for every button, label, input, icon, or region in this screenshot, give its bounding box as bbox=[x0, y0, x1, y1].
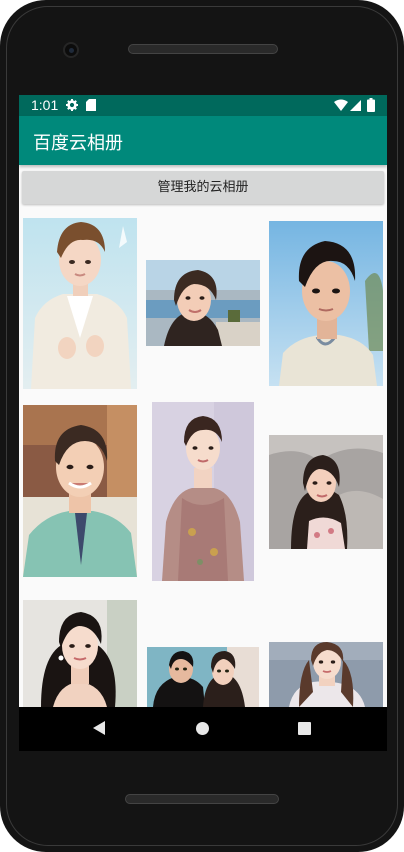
status-bar: 1:01 bbox=[19, 95, 387, 116]
sd-card-icon bbox=[86, 99, 96, 115]
photo-woman-floral-dress[interactable] bbox=[152, 402, 254, 581]
photo-young-man-white-suit[interactable] bbox=[23, 218, 137, 389]
back-icon[interactable] bbox=[93, 721, 105, 735]
photo-couple-selfie[interactable] bbox=[147, 647, 259, 707]
status-time: 1:01 bbox=[31, 97, 59, 113]
manage-album-button[interactable]: 管理我的云相册 bbox=[22, 171, 384, 204]
app-title: 百度云相册 bbox=[33, 133, 123, 154]
home-icon[interactable] bbox=[196, 722, 209, 735]
earpiece-speaker bbox=[128, 44, 278, 54]
photo-woman-rock-background[interactable] bbox=[269, 435, 383, 549]
photo-man-green-shirt[interactable] bbox=[23, 405, 137, 577]
front-camera bbox=[63, 42, 79, 58]
app-bar: 百度云相册 bbox=[19, 116, 387, 165]
wifi-icon bbox=[334, 99, 348, 115]
photo-woman-black-dress[interactable] bbox=[23, 600, 137, 707]
photo-woman-beach-selfie[interactable] bbox=[146, 260, 260, 346]
photo-man-blue-sky[interactable] bbox=[269, 221, 383, 386]
photo-woman-white-dress[interactable] bbox=[269, 642, 383, 707]
navigation-bar bbox=[19, 707, 387, 751]
recents-icon[interactable] bbox=[298, 722, 311, 735]
photo-grid[interactable] bbox=[19, 205, 387, 707]
phone-frame: 1:01 百度云相册 管理我的云相册 bbox=[0, 0, 404, 852]
bottom-speaker bbox=[125, 794, 279, 804]
cellular-signal-icon bbox=[350, 99, 361, 115]
app-screen: 1:01 百度云相册 管理我的云相册 bbox=[19, 95, 387, 707]
battery-icon bbox=[367, 98, 375, 116]
settings-icon bbox=[66, 99, 78, 115]
